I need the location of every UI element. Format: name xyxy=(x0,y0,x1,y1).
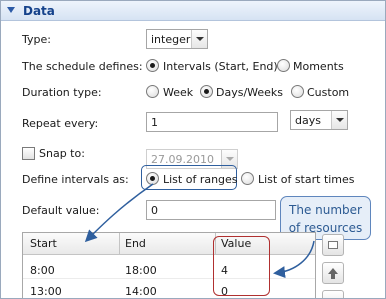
repeat-label: Repeat every: xyxy=(22,117,99,130)
move-down-button[interactable] xyxy=(322,290,344,298)
callout-line-1: The number xyxy=(289,203,362,217)
type-label: Type: xyxy=(22,33,51,46)
radio-list-of-ranges[interactable] xyxy=(146,172,159,185)
header-end[interactable]: End xyxy=(125,237,146,250)
move-up-button[interactable] xyxy=(322,262,344,284)
radio-moments-label[interactable]: Moments xyxy=(293,60,344,73)
define-label: Define intervals as: xyxy=(22,173,129,186)
intervals-table[interactable]: Start End Value 8:00 18:00 4 13:00 14:00… xyxy=(22,232,316,298)
table-cell[interactable]: 14:00 xyxy=(125,285,157,298)
radio-intervals[interactable] xyxy=(146,59,159,72)
radio-days-weeks[interactable] xyxy=(200,85,213,98)
radio-custom-label[interactable]: Custom xyxy=(307,86,349,99)
chevron-down-icon[interactable] xyxy=(191,30,207,48)
default-value-input[interactable]: 0 xyxy=(146,200,276,220)
repeat-unit-select[interactable]: days xyxy=(290,110,348,130)
radio-moments[interactable] xyxy=(277,59,290,72)
chevron-down-icon[interactable] xyxy=(331,111,347,129)
schedule-label: The schedule defines: xyxy=(22,60,143,73)
default-value-label: Default value: xyxy=(22,204,100,217)
duration-label: Duration type: xyxy=(22,86,102,99)
table-cell[interactable]: 18:00 xyxy=(125,264,157,277)
repeat-value: 1 xyxy=(151,116,158,129)
radio-week[interactable] xyxy=(146,85,159,98)
radio-list-of-start-times-label[interactable]: List of start times xyxy=(258,173,355,186)
radio-days-weeks-label[interactable]: Days/Weeks xyxy=(216,86,283,99)
table-cell[interactable]: 8:00 xyxy=(30,264,55,277)
section-title: Data xyxy=(23,4,55,18)
table-cell[interactable]: 13:00 xyxy=(30,285,62,298)
type-select[interactable]: integer xyxy=(146,29,208,49)
radio-list-of-ranges-label[interactable]: List of ranges xyxy=(163,173,238,186)
header-start[interactable]: Start xyxy=(30,237,57,250)
section-header-data[interactable]: Data xyxy=(1,1,385,21)
snap-checkbox[interactable] xyxy=(22,147,35,160)
radio-list-of-start-times[interactable] xyxy=(241,172,254,185)
snap-label[interactable]: Snap to: xyxy=(39,147,85,160)
repeat-input[interactable]: 1 xyxy=(146,112,278,132)
collapse-triangle-icon[interactable] xyxy=(7,7,15,13)
type-value: integer xyxy=(151,33,191,46)
add-row-icon xyxy=(328,241,338,249)
radio-week-label[interactable]: Week xyxy=(163,86,193,99)
default-value-value: 0 xyxy=(151,204,158,217)
data-properties-panel: Data Type: integer The schedule defines:… xyxy=(0,0,386,299)
value-column-highlight xyxy=(213,236,270,296)
repeat-unit-value: days xyxy=(295,114,321,127)
table-header: Start End Value xyxy=(23,233,315,255)
radio-custom[interactable] xyxy=(291,85,304,98)
add-row-button[interactable] xyxy=(322,234,344,256)
radio-intervals-label[interactable]: Intervals (Start, End) xyxy=(163,60,278,73)
